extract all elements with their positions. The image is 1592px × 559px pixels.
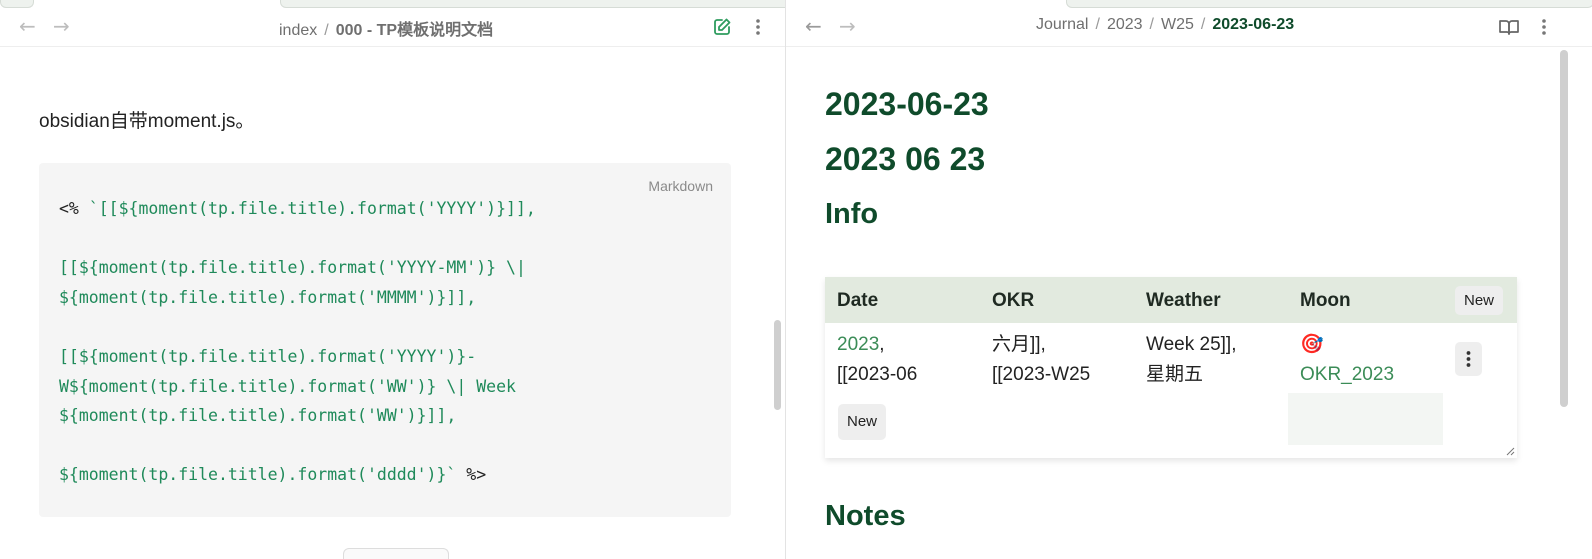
code-token: %> (456, 465, 487, 485)
column-header-date[interactable]: Date (837, 290, 878, 312)
code-block: Markdown <% `[[${moment(tp.file.title).f… (39, 163, 731, 517)
vertical-dots-icon (1466, 351, 1471, 367)
intro-paragraph: obsidian自带moment.js。 (39, 111, 255, 132)
right-view-header: ← → Journal/2023/W25/2023-06-23 (786, 7, 1592, 47)
code-line: [[${moment(tp.file.title).format('YYYY')… (59, 342, 536, 372)
code-content: <% `[[${moment(tp.file.title).format('YY… (59, 194, 536, 490)
column-header-weather[interactable]: Weather (1146, 290, 1221, 312)
heading-date-spaced: 2023 06 23 (825, 141, 986, 177)
cell-okr[interactable]: 六月]], [[2023-W25 (992, 330, 1090, 390)
left-pane: ← → index/000 - TP模板说明文档 obsidian自带momen… (0, 0, 785, 559)
more-options-icon[interactable] (748, 17, 768, 37)
bottom-tab-stub[interactable] (343, 548, 449, 559)
breadcrumb-2023[interactable]: 2023 (1107, 16, 1143, 33)
code-token: [[${moment(tp.file.title).format('YYYY-M… (59, 258, 526, 278)
right-pane: ← → Journal/2023/W25/2023-06-23 2023-06-… (786, 0, 1592, 559)
cell-weather[interactable]: Week 25]], 星期五 (1146, 330, 1236, 390)
more-options-icon[interactable] (1534, 17, 1554, 37)
code-line: [[${moment(tp.file.title).format('YYYY-M… (59, 253, 536, 283)
code-token: `[[${moment(tp.file.title).format('YYYY'… (88, 199, 536, 218)
code-token: W${moment(tp.file.title).format('WW')} \… (59, 376, 516, 396)
reading-view-icon[interactable] (1498, 17, 1519, 37)
right-scrollbar-thumb[interactable] (1560, 50, 1568, 407)
code-token: ${moment(tp.file.title).format('dddd')}` (59, 465, 457, 485)
breadcrumb-w25[interactable]: W25 (1161, 16, 1194, 33)
new-row-button[interactable]: New (838, 404, 886, 440)
new-column-button[interactable]: New (1455, 286, 1503, 315)
back-arrow-icon[interactable]: ← (19, 16, 36, 36)
okr-link[interactable]: OKR_2023 (1300, 364, 1394, 385)
left-scrollbar-thumb[interactable] (774, 320, 781, 410)
heading-notes: Notes (825, 500, 906, 532)
code-line: ${moment(tp.file.title).format('WW')}]], (59, 401, 536, 431)
code-line: <% `[[${moment(tp.file.title).format('YY… (59, 194, 536, 224)
database-table: Date OKR Weather Moon New 2023, [[2023-0… (825, 277, 1517, 458)
column-header-okr[interactable]: OKR (992, 290, 1034, 312)
heading-info: Info (825, 198, 879, 230)
column-header-moon[interactable]: Moon (1300, 290, 1351, 312)
target-emoji-icon: 🎯 (1300, 334, 1324, 355)
breadcrumb: index/000 - TP模板说明文档 (279, 22, 494, 39)
date-link[interactable]: 2023 (837, 334, 879, 355)
breadcrumb-journal[interactable]: Journal (1036, 16, 1088, 33)
breadcrumb: Journal/2023/W25/2023-06-23 (1036, 16, 1295, 33)
back-arrow-icon[interactable]: ← (805, 16, 822, 36)
table-header: Date OKR Weather Moon New (825, 277, 1517, 323)
code-token: [[${moment(tp.file.title).format('YYYY')… (59, 346, 477, 366)
resize-handle-icon[interactable] (1505, 446, 1515, 456)
forward-arrow-icon[interactable]: → (53, 16, 70, 36)
code-token: <% (59, 199, 89, 218)
row-menu-button[interactable] (1455, 342, 1482, 376)
code-line: ${moment(tp.file.title).format('dddd')}`… (59, 460, 536, 490)
code-token: ${moment(tp.file.title).format('WW')}]], (59, 406, 457, 426)
breadcrumb-current[interactable]: 2023-06-23 (1212, 16, 1294, 33)
cell-date[interactable]: 2023, [[2023-06 (837, 330, 917, 390)
left-view-header: ← → index/000 - TP模板说明文档 (0, 7, 785, 47)
code-line: ${moment(tp.file.title).format('MMMM')}]… (59, 283, 536, 313)
edit-icon[interactable] (712, 17, 732, 37)
breadcrumb-current[interactable]: 000 - TP模板说明文档 (336, 22, 493, 39)
code-token: ${moment(tp.file.title).format('MMMM')}]… (59, 287, 477, 307)
code-language-label: Markdown (648, 178, 713, 194)
heading-date: 2023-06-23 (825, 86, 989, 122)
forward-arrow-icon[interactable]: → (839, 16, 856, 36)
cell-moon[interactable]: 🎯 OKR_2023 (1300, 330, 1394, 390)
moon-cell-editor[interactable] (1288, 393, 1443, 445)
code-line: W${moment(tp.file.title).format('WW')} \… (59, 372, 536, 402)
breadcrumb-parent[interactable]: index (279, 22, 317, 39)
